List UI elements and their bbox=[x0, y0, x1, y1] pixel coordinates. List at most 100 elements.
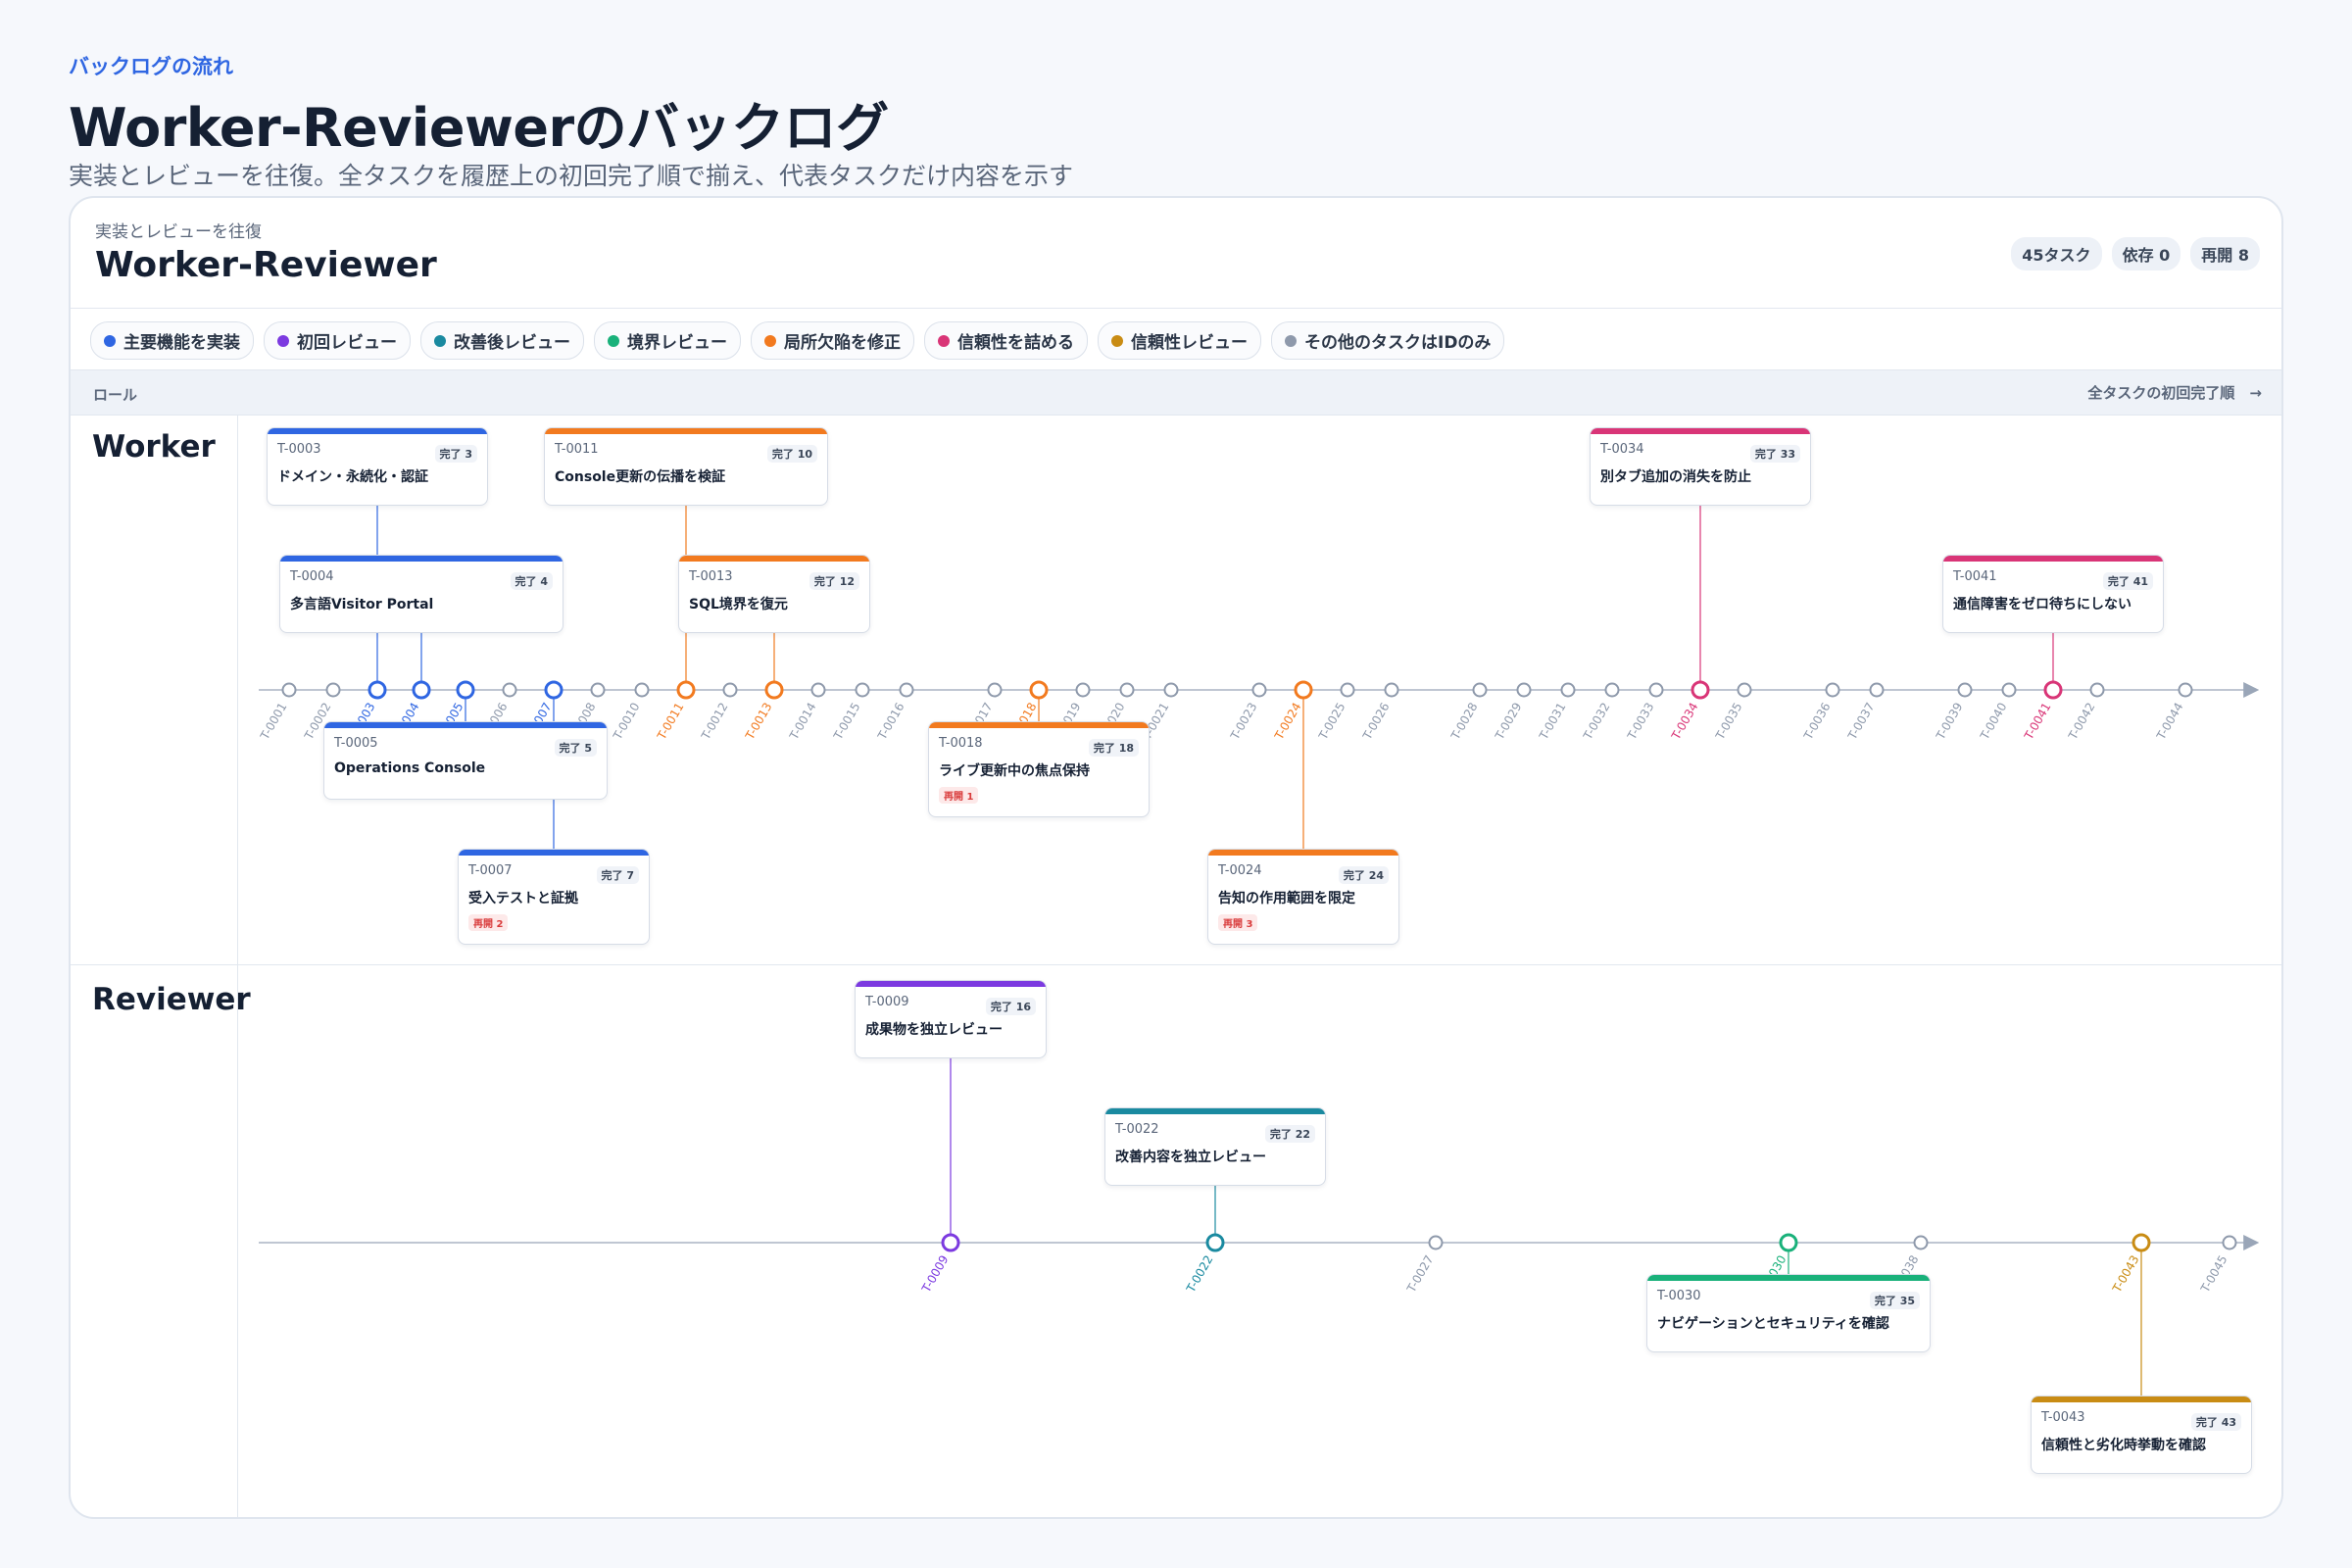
card-color-bar bbox=[1943, 556, 2163, 562]
task-card-T-0011[interactable]: T-0011 完了 10 Console更新の伝播を検証 bbox=[544, 427, 828, 506]
task-node-T-0033 bbox=[1648, 682, 1664, 698]
task-tick-label: T-0044 bbox=[2153, 701, 2185, 743]
card-title: Console更新の伝播を検証 bbox=[555, 469, 726, 485]
task-tick-label: T-0013 bbox=[742, 701, 774, 743]
task-tick-label: T-0041 bbox=[2021, 701, 2053, 743]
task-node-T-0018 bbox=[1029, 680, 1049, 700]
task-tick-label: T-0024 bbox=[1271, 701, 1303, 743]
task-card-T-0041[interactable]: T-0041 完了 41 通信障害をゼロ待ちにしない bbox=[1942, 555, 2164, 633]
task-node-T-0003 bbox=[368, 680, 387, 700]
task-card-T-0013[interactable]: T-0013 完了 12 SQL境界を復元 bbox=[678, 555, 870, 633]
card-title: ライブ更新中の焦点保持 bbox=[939, 763, 1090, 779]
card-color-bar bbox=[2032, 1396, 2251, 1402]
card-done-badge: 完了 3 bbox=[434, 445, 477, 463]
task-card-T-0034[interactable]: T-0034 完了 33 別タブ追加の消失を防止 bbox=[1590, 427, 1811, 506]
task-node-T-0023 bbox=[1251, 682, 1267, 698]
task-card-T-0043[interactable]: T-0043 完了 43 信頼性と劣化時挙動を確認 bbox=[2031, 1396, 2252, 1474]
task-node-T-0027 bbox=[1428, 1235, 1444, 1250]
task-tick-label: T-0022 bbox=[1183, 1253, 1215, 1296]
task-node-T-0024 bbox=[1294, 680, 1313, 700]
task-card-T-0004[interactable]: T-0004 完了 4 多言語Visitor Portal bbox=[279, 555, 564, 633]
task-tick-label: T-0012 bbox=[698, 701, 730, 743]
card-color-bar bbox=[856, 981, 1046, 987]
task-tick-label: T-0036 bbox=[1800, 701, 1833, 743]
task-node-T-0045 bbox=[2222, 1235, 2237, 1250]
task-card-T-0003[interactable]: T-0003 完了 3 ドメイン・永続化・認証 bbox=[267, 427, 488, 506]
task-node-T-0004 bbox=[412, 680, 431, 700]
task-tick-label: T-0032 bbox=[1580, 701, 1612, 743]
card-title: SQL境界を復元 bbox=[689, 597, 788, 612]
card-color-bar bbox=[1647, 1275, 1930, 1281]
task-tick-label: T-0033 bbox=[1624, 701, 1656, 743]
task-node-T-0015 bbox=[855, 682, 870, 698]
card-title: 別タブ追加の消失を防止 bbox=[1600, 469, 1751, 485]
card-color-bar bbox=[1105, 1108, 1325, 1114]
card-color-bar bbox=[1591, 428, 1810, 434]
task-node-T-0014 bbox=[810, 682, 826, 698]
task-card-T-0030[interactable]: T-0030 完了 35 ナビゲーションとセキュリティを確認 bbox=[1646, 1274, 1931, 1352]
card-done-badge: 完了 18 bbox=[1088, 739, 1139, 757]
card-title: ナビゲーションとセキュリティを確認 bbox=[1657, 1316, 1889, 1332]
task-tick-label: T-0045 bbox=[2197, 1253, 2230, 1296]
card-color-bar bbox=[545, 428, 827, 434]
task-node-T-0002 bbox=[325, 682, 341, 698]
task-tick-label: T-0037 bbox=[1844, 701, 1877, 743]
task-node-T-0019 bbox=[1075, 682, 1091, 698]
task-node-T-0001 bbox=[281, 682, 297, 698]
task-tick-label: T-0026 bbox=[1359, 701, 1392, 743]
card-done-badge: 完了 22 bbox=[1264, 1125, 1315, 1143]
card-done-badge: 完了 12 bbox=[808, 572, 859, 590]
task-node-T-0007 bbox=[544, 680, 564, 700]
card-title: ドメイン・永続化・認証 bbox=[277, 469, 428, 485]
card-color-bar bbox=[1208, 850, 1398, 856]
task-card-T-0022[interactable]: T-0022 完了 22 改善内容を独立レビュー bbox=[1104, 1107, 1326, 1186]
task-tick-label: T-0035 bbox=[1712, 701, 1744, 743]
task-node-T-0020 bbox=[1119, 682, 1135, 698]
card-title: 多言語Visitor Portal bbox=[290, 597, 434, 612]
card-color-bar bbox=[679, 556, 869, 562]
reopen-badge: 再開 3 bbox=[1218, 914, 1258, 931]
card-color-bar bbox=[459, 850, 649, 856]
task-node-T-0039 bbox=[1957, 682, 1973, 698]
card-done-badge: 完了 41 bbox=[2102, 572, 2153, 590]
task-node-T-0037 bbox=[1869, 682, 1885, 698]
task-node-T-0031 bbox=[1560, 682, 1576, 698]
card-title: 信頼性と劣化時挙動を確認 bbox=[2041, 1438, 2206, 1453]
task-node-T-0022 bbox=[1205, 1233, 1225, 1252]
card-color-bar bbox=[280, 556, 563, 562]
card-title: Operations Console bbox=[334, 760, 486, 776]
card-title: 改善内容を独立レビュー bbox=[1115, 1150, 1266, 1165]
card-title: 受入テストと証拠 bbox=[468, 891, 578, 906]
task-card-T-0007[interactable]: T-0007 完了 7 受入テストと証拠 再開 2 bbox=[458, 849, 650, 945]
task-node-T-0010 bbox=[634, 682, 650, 698]
card-title: 成果物を独立レビュー bbox=[865, 1022, 1003, 1038]
task-node-T-0038 bbox=[1913, 1235, 1929, 1250]
page-eyebrow: バックログの流れ bbox=[69, 55, 233, 78]
card-done-badge: 完了 24 bbox=[1338, 866, 1389, 884]
task-tick-label: T-0031 bbox=[1536, 701, 1568, 743]
card-color-bar bbox=[324, 722, 607, 728]
task-tick-label: T-0023 bbox=[1227, 701, 1259, 743]
task-node-T-0043 bbox=[2132, 1233, 2151, 1252]
task-card-T-0009[interactable]: T-0009 完了 16 成果物を独立レビュー bbox=[855, 980, 1047, 1058]
task-tick-label: T-0034 bbox=[1668, 701, 1700, 743]
task-tick-label: T-0001 bbox=[257, 701, 289, 743]
card-done-badge: 完了 16 bbox=[985, 998, 1036, 1015]
task-card-T-0024[interactable]: T-0024 完了 24 告知の作用範囲を限定 再開 3 bbox=[1207, 849, 1399, 945]
task-node-T-0035 bbox=[1737, 682, 1752, 698]
task-card-T-0018[interactable]: T-0018 完了 18 ライブ更新中の焦点保持 再開 1 bbox=[928, 721, 1150, 817]
card-color-bar bbox=[268, 428, 487, 434]
task-card-T-0005[interactable]: T-0005 完了 5 Operations Console bbox=[323, 721, 608, 800]
task-node-T-0017 bbox=[987, 682, 1003, 698]
task-node-T-0032 bbox=[1604, 682, 1620, 698]
task-node-T-0044 bbox=[2178, 682, 2193, 698]
task-tick-label: T-0025 bbox=[1315, 701, 1348, 743]
card-title: 告知の作用範囲を限定 bbox=[1218, 891, 1355, 906]
task-tick-label: T-0027 bbox=[1403, 1253, 1436, 1296]
card-done-badge: 完了 43 bbox=[2190, 1413, 2241, 1431]
task-tick-label: T-0010 bbox=[610, 701, 642, 743]
task-node-T-0030 bbox=[1779, 1233, 1798, 1252]
task-tick-label: T-0014 bbox=[786, 701, 818, 743]
task-node-T-0025 bbox=[1340, 682, 1355, 698]
card-done-badge: 完了 35 bbox=[1869, 1292, 1920, 1309]
